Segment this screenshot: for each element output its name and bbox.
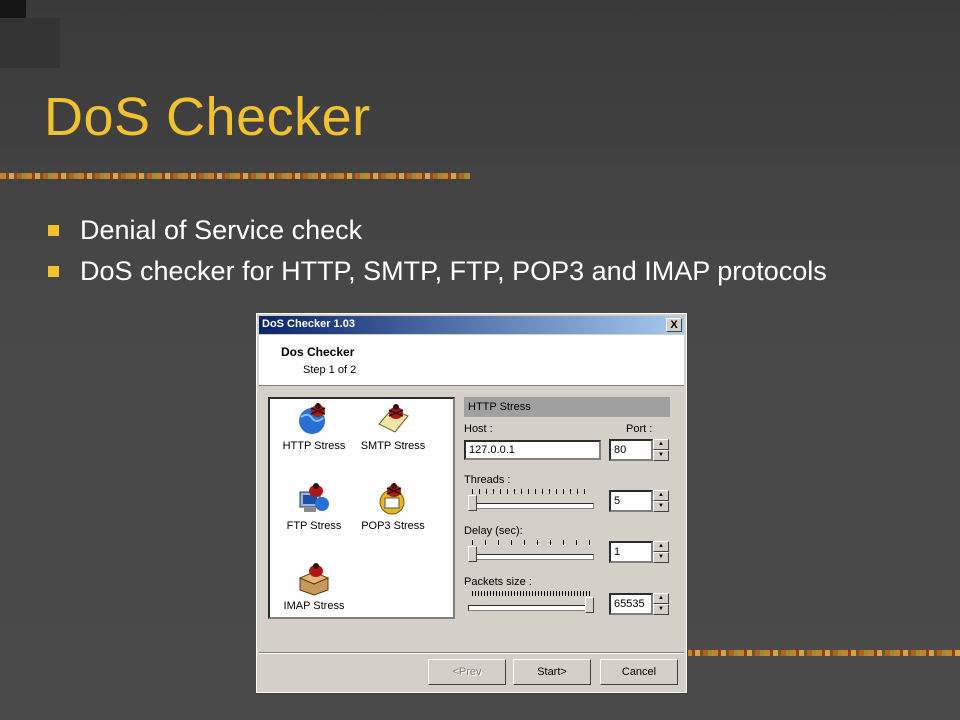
tool-label: SMTP Stress: [360, 440, 426, 452]
wizard-title: Dos Checker: [281, 345, 355, 359]
imap-stress-item[interactable]: IMAP Stress: [274, 562, 354, 612]
bullet-list: Denial of Service check DoS checker for …: [48, 212, 908, 294]
stress-type-list: HTTP Stress SMTP Stress FTP Stress POP3 …: [268, 397, 455, 619]
ftp-computer-icon: [299, 483, 329, 512]
tool-label: IMAP Stress: [283, 600, 345, 612]
delay-input[interactable]: 1: [609, 541, 653, 563]
bullet-item: DoS checker for HTTP, SMTP, FTP, POP3 an…: [48, 253, 908, 290]
spin-up-icon[interactable]: ▲: [653, 541, 669, 552]
spin-down-icon[interactable]: ▼: [653, 552, 669, 563]
port-stepper[interactable]: 80 ▲ ▼: [609, 439, 669, 461]
packets-input[interactable]: 65535: [609, 593, 653, 615]
group-header: HTTP Stress: [464, 397, 670, 417]
prev-button[interactable]: <Prev: [428, 659, 506, 685]
threads-stepper[interactable]: 5 ▲ ▼: [609, 490, 669, 512]
spin-up-icon[interactable]: ▲: [653, 490, 669, 501]
smtp-stress-item[interactable]: SMTP Stress: [353, 402, 433, 452]
dialog-titlebar[interactable]: DoS Checker 1.03 X: [259, 316, 684, 334]
square-bullet-icon: [48, 225, 59, 236]
host-input[interactable]: 127.0.0.1: [464, 440, 601, 460]
host-label: Host :: [464, 423, 493, 435]
footer-divider: [259, 652, 684, 654]
tool-label: HTTP Stress: [282, 440, 346, 452]
tool-label: FTP Stress: [286, 520, 342, 532]
dos-checker-dialog: DoS Checker 1.03 X Dos Checker Step 1 of…: [256, 313, 687, 693]
pop3-stress-item[interactable]: POP3 Stress: [353, 482, 433, 532]
corner-decoration: [0, 0, 26, 18]
corner-decoration-shade: [0, 18, 60, 68]
dialog-title: DoS Checker 1.03: [262, 318, 355, 330]
spin-up-icon[interactable]: ▲: [653, 439, 669, 450]
slider-thumb[interactable]: [585, 597, 594, 613]
tool-label: POP3 Stress: [361, 520, 425, 532]
title-divider-stripe: [0, 173, 470, 179]
threads-label: Threads :: [464, 474, 511, 486]
spin-up-icon[interactable]: ▲: [653, 593, 669, 604]
ftp-stress-item[interactable]: FTP Stress: [274, 482, 354, 532]
packets-label: Packets size :: [464, 576, 532, 588]
wizard-step: Step 1 of 2: [303, 364, 357, 376]
bullet-text: DoS checker for HTTP, SMTP, FTP, POP3 an…: [80, 256, 827, 286]
delay-label: Delay (sec):: [464, 525, 523, 537]
delay-stepper[interactable]: 1 ▲ ▼: [609, 541, 669, 563]
start-button[interactable]: Start>: [513, 659, 591, 685]
spin-down-icon[interactable]: ▼: [653, 604, 669, 615]
square-bullet-icon: [48, 266, 59, 277]
bullet-text: Denial of Service check: [80, 215, 363, 245]
slide-title: DoS Checker: [44, 87, 371, 147]
slider-thumb[interactable]: [468, 495, 477, 511]
threads-input[interactable]: 5: [609, 490, 653, 512]
bullet-item: Denial of Service check: [48, 212, 908, 249]
spin-down-icon[interactable]: ▼: [653, 450, 669, 461]
port-label: Port :: [626, 423, 653, 435]
slider-thumb[interactable]: [468, 546, 477, 562]
http-globe-icon: [299, 403, 326, 434]
threads-slider[interactable]: [466, 489, 596, 511]
http-stress-item[interactable]: HTTP Stress: [274, 402, 354, 452]
wizard-header: Dos Checker Step 1 of 2: [259, 335, 684, 386]
port-input[interactable]: 80: [609, 439, 653, 461]
packets-slider[interactable]: [466, 591, 596, 613]
smtp-mail-icon: [378, 404, 409, 433]
packets-stepper[interactable]: 65535 ▲ ▼: [609, 593, 669, 615]
pop3-mailbox-icon: [379, 483, 405, 515]
close-icon: X: [670, 319, 678, 331]
bottom-divider-stripe: [686, 650, 960, 656]
close-button[interactable]: X: [666, 318, 682, 332]
delay-slider[interactable]: [466, 540, 596, 562]
group-title: HTTP Stress: [468, 401, 531, 413]
imap-box-icon: [298, 563, 330, 596]
spin-down-icon[interactable]: ▼: [653, 501, 669, 512]
cancel-button[interactable]: Cancel: [600, 659, 678, 685]
